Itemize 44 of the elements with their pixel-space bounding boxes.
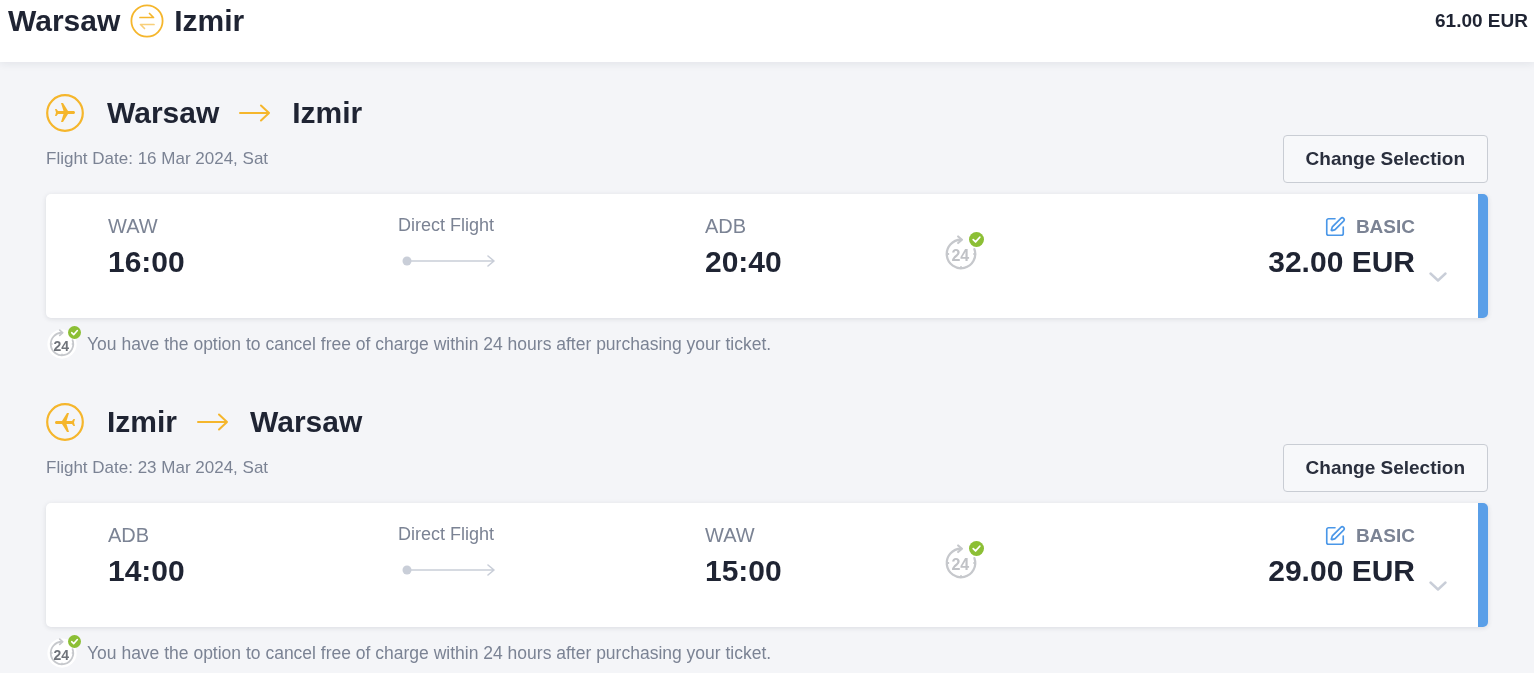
fare-name: BASIC [1355,216,1415,238]
header-destination: Izmir [174,3,245,39]
hours-text: 24 [951,248,970,265]
free-cancellation-note: You have the option to cancel free of charge within 24 hours after purchasing your ticket. [87,333,772,355]
chevron-down-icon[interactable] [1429,272,1447,282]
free-cancellation-note: You have the option to cancel free of charge within 24 hours after purchasing your ticket. [87,642,772,664]
arrival-airport-code: WAW [705,523,755,547]
arrow-right-icon [239,104,272,122]
check-icon [68,635,81,648]
flight-date: Flight Date: 16 Mar 2024, Sat [46,149,269,169]
departure-time: 16:00 [108,244,185,280]
airplane-icon [46,403,84,441]
arrival-time: 15:00 [705,553,782,589]
arrival-time: 20:40 [705,244,782,280]
departure-airport-code: ADB [108,523,150,547]
hours-text: 24 [53,338,70,353]
route-destination: Izmir [292,95,363,131]
swap-icon [130,4,165,38]
check-icon [969,541,984,556]
departure-time: 14:00 [108,553,185,589]
check-icon [68,326,81,339]
route-origin: Warsaw [107,95,220,131]
check-icon [969,232,984,247]
chevron-down-icon[interactable] [1429,581,1447,591]
fare-price: 32.00 EUR [1268,244,1415,280]
header-origin: Warsaw [8,3,121,39]
airplane-icon [46,94,84,132]
arrival-airport-code: ADB [705,214,747,238]
total-price: 61.00 EUR [1435,9,1528,33]
arrow-right-icon [197,413,230,431]
change-selection-button[interactable]: Change Selection [1282,444,1488,492]
route-destination: Warsaw [250,404,363,440]
change-selection-button[interactable]: Change Selection [1282,135,1488,183]
hours-text: 24 [53,647,70,662]
connection-type: Direct Flight [398,523,495,545]
departure-airport-code: WAW [108,214,158,238]
flight-date: Flight Date: 23 Mar 2024, Sat [46,458,269,478]
hours-text: 24 [951,557,970,574]
edit-icon[interactable] [1323,525,1346,547]
route-origin: Izmir [107,404,178,440]
fare-name: BASIC [1355,525,1415,547]
fare-price: 29.00 EUR [1268,553,1415,589]
edit-icon[interactable] [1323,216,1346,238]
connection-type: Direct Flight [398,214,495,236]
